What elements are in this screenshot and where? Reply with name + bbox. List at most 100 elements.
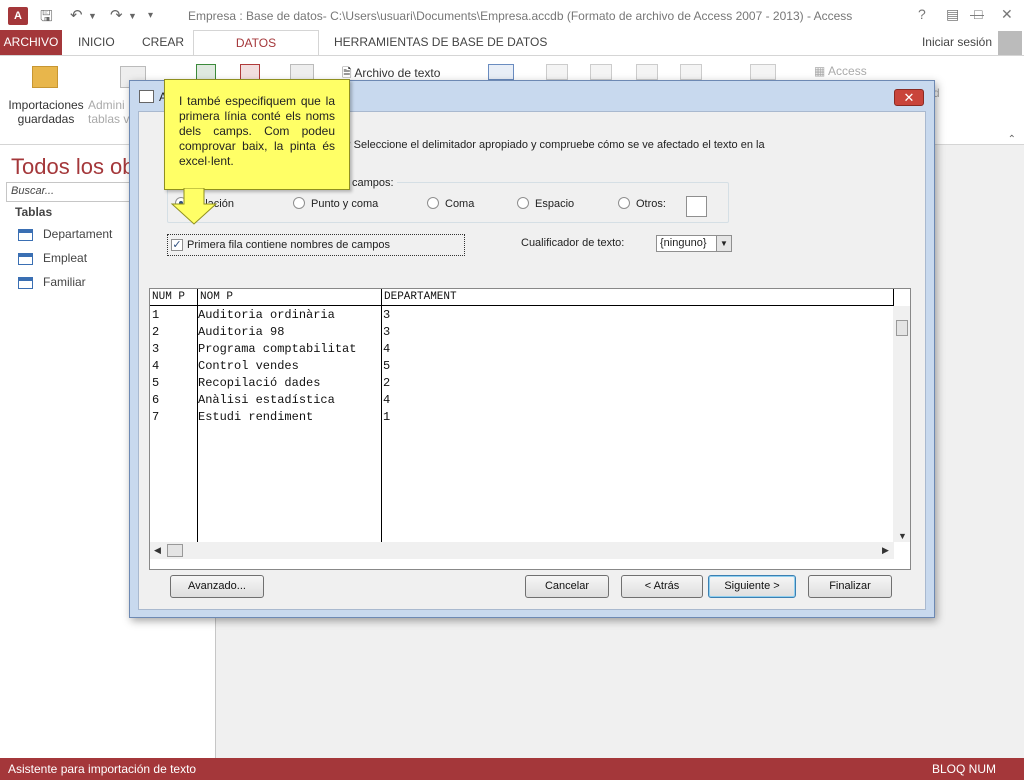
column-header[interactable]: NOM P: [200, 291, 233, 303]
export-text-icon[interactable]: [590, 64, 612, 80]
radio-indicator: [427, 197, 439, 209]
text-file-icon: 🗎: [342, 66, 352, 80]
preview-horizontal-scrollbar[interactable]: ◀ ▶: [150, 542, 894, 559]
text-qualifier-value: {ninguno}: [660, 237, 707, 249]
back-button[interactable]: < Atrás: [621, 575, 703, 598]
export-pdf-icon[interactable]: [680, 64, 702, 80]
title-bar: A 🖫 ↶ ▼ ↷ ▼ ▾ Empresa : Base de datos- C…: [0, 0, 1024, 32]
first-row-label: Primera fila contiene nombres de campos: [187, 239, 390, 251]
column-header[interactable]: DEPARTAMENT: [384, 291, 457, 303]
preview-cell: Anàlisi estadística: [198, 393, 335, 407]
scroll-left-icon[interactable]: ◀: [154, 545, 161, 556]
undo-icon[interactable]: ↶: [70, 6, 83, 24]
collapse-ribbon-icon[interactable]: ⌃: [1008, 134, 1016, 145]
nav-item-label: Familiar: [43, 275, 86, 289]
ribbon-display-options-icon[interactable]: ▤: [946, 6, 959, 23]
redo-icon[interactable]: ↷: [110, 6, 123, 24]
callout-arrow-icon: [170, 188, 218, 225]
scroll-down-icon[interactable]: ▼: [898, 531, 907, 541]
radio-space[interactable]: Espacio: [517, 197, 574, 210]
email-export-icon[interactable]: [750, 64, 776, 80]
radio-indicator: [293, 197, 305, 209]
wizard-icon: [139, 90, 154, 103]
preview-cell: 6: [152, 393, 160, 407]
text-qualifier-select[interactable]: {ninguno} ▼: [656, 235, 732, 252]
preview-cell: 4: [383, 393, 391, 407]
preview-cell: 4: [383, 342, 391, 356]
table-icon: [18, 252, 33, 265]
nav-item-familiar[interactable]: Familiar: [18, 275, 86, 293]
cancel-button[interactable]: Cancelar: [525, 575, 609, 598]
advanced-button[interactable]: Avanzado...: [170, 575, 264, 598]
nav-item-empleat[interactable]: Empleat: [18, 251, 87, 269]
help-button[interactable]: ?: [918, 6, 926, 22]
nav-pane-title[interactable]: Todos los ob: [11, 154, 135, 180]
other-delimiter-input[interactable]: [686, 196, 707, 217]
nav-section-tables[interactable]: Tablas: [15, 205, 52, 219]
radio-semicolon-label: Punto y coma: [311, 198, 379, 210]
odbc-import-icon[interactable]: [290, 64, 314, 80]
preview-cell: 3: [383, 308, 391, 322]
preview-cell: 5: [152, 376, 160, 390]
tab-create[interactable]: CREAR: [134, 30, 192, 56]
radio-other[interactable]: Otros:: [618, 197, 666, 210]
tab-database-tools[interactable]: HERRAMIENTAS DE BASE DE DATOS: [326, 30, 555, 56]
user-avatar[interactable]: [998, 31, 1022, 55]
access-app-icon[interactable]: A: [8, 7, 28, 25]
status-message: Asistente para importación de texto: [8, 762, 197, 776]
linked-table-label-2: tablas v: [88, 112, 130, 126]
preview-cell: Estudi rendiment: [198, 410, 314, 424]
first-row-checkbox[interactable]: ✓: [171, 239, 183, 251]
saved-imports-icon[interactable]: [32, 66, 58, 88]
preview-vertical-scrollbar[interactable]: ▼: [893, 306, 910, 542]
next-button[interactable]: Siguiente >: [708, 575, 796, 598]
save-icon[interactable]: 🖫: [40, 6, 53, 31]
nav-item-departament[interactable]: Departament: [18, 227, 112, 245]
tab-external-data[interactable]: DATOS EXTERNOS: [193, 30, 319, 75]
text-qualifier-label: Cualificador de texto:: [521, 237, 625, 249]
horizontal-scroll-thumb[interactable]: [167, 544, 183, 557]
export-access-button[interactable]: ▦ Access: [814, 64, 867, 78]
access-export-icon: ▦: [814, 64, 826, 78]
maximize-icon[interactable]: □: [974, 6, 982, 22]
redo-dropdown-icon[interactable]: ▼: [128, 11, 137, 21]
nav-item-label: Empleat: [43, 251, 88, 265]
tutorial-callout: I també especifiquem que la primera líni…: [164, 79, 350, 190]
preview-cell: 4: [152, 359, 160, 373]
preview-header-row: [150, 289, 894, 306]
customize-qat-icon[interactable]: ▾: [148, 10, 153, 21]
radio-comma-label: Coma: [445, 198, 475, 210]
data-preview-grid[interactable]: NUM P NOM P DEPARTAMENT 1 Auditoria ordi…: [149, 288, 911, 570]
tab-home[interactable]: INICIO: [70, 30, 123, 56]
preview-cell: Control vendes: [198, 359, 299, 373]
access-import-icon[interactable]: [240, 64, 260, 80]
vertical-scroll-thumb[interactable]: [896, 320, 908, 336]
dialog-close-button[interactable]: ✕: [894, 89, 924, 106]
radio-comma[interactable]: Coma: [427, 197, 474, 210]
excel-import-icon[interactable]: [196, 64, 216, 80]
radio-space-label: Espacio: [535, 198, 575, 210]
export-excel-icon[interactable]: [546, 64, 568, 80]
chevron-down-icon[interactable]: ▼: [716, 236, 731, 251]
radio-semicolon[interactable]: Punto y coma: [293, 197, 378, 210]
finish-button[interactable]: Finalizar: [808, 575, 892, 598]
preview-cell: 3: [152, 342, 160, 356]
undo-dropdown-icon[interactable]: ▼: [88, 11, 97, 21]
tab-file[interactable]: ARCHIVO: [0, 30, 62, 56]
preview-cell: Auditoria ordinària: [198, 308, 335, 322]
close-window-button[interactable]: ✕: [1001, 6, 1013, 23]
export-saved-icon[interactable]: [488, 64, 514, 80]
scroll-right-icon[interactable]: ▶: [882, 545, 889, 556]
export-xml-icon[interactable]: [636, 64, 658, 80]
column-divider[interactable]: [381, 289, 382, 542]
linked-table-manager-button[interactable]: Admini tablas v: [88, 98, 134, 126]
sign-in-link[interactable]: Iniciar sesión: [922, 35, 992, 49]
radio-other-label: Otros:: [636, 198, 666, 210]
column-header[interactable]: NUM P: [152, 291, 185, 303]
first-row-field-names-option[interactable]: ✓ Primera fila contiene nombres de campo…: [167, 234, 465, 256]
saved-imports-button[interactable]: Importaciones guardadas: [6, 98, 86, 126]
text-file-label: Archivo de texto: [354, 66, 441, 80]
table-icon: [18, 228, 33, 241]
preview-cell: 1: [383, 410, 391, 424]
export-access-label: Access: [828, 64, 867, 78]
